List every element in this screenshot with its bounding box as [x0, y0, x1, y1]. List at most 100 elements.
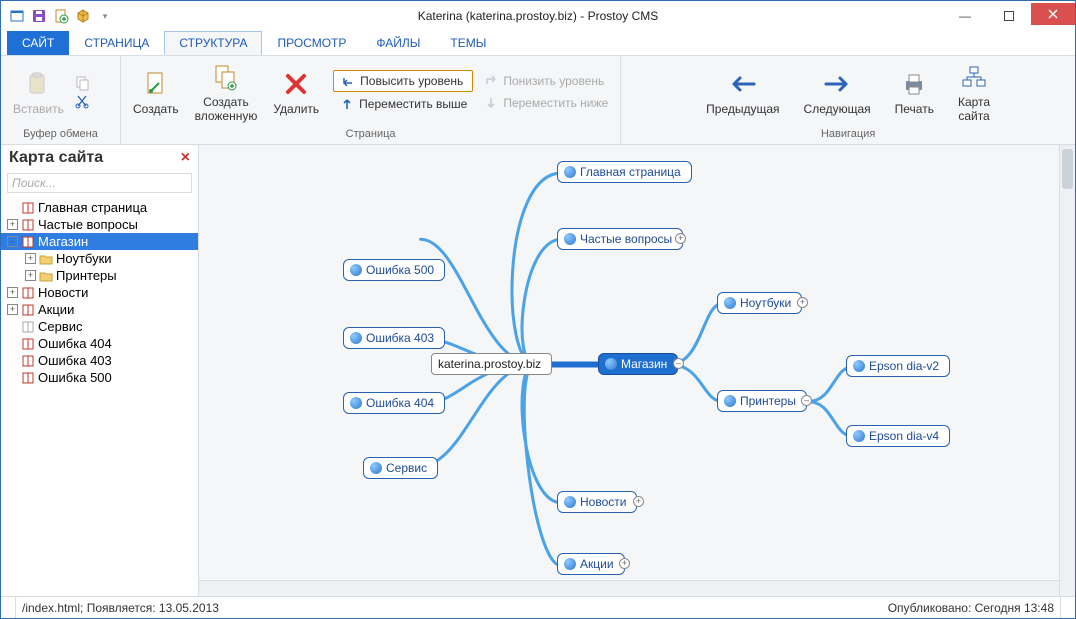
tree-expander[interactable]: + — [7, 287, 18, 298]
node-err404[interactable]: Ошибка 404 — [343, 392, 445, 414]
tree-item[interactable]: Главная страница — [1, 199, 198, 216]
qat-app-icon[interactable] — [9, 8, 25, 24]
move-up-button[interactable]: Переместить выше — [333, 94, 473, 114]
tree-item[interactable]: + Акции — [1, 301, 198, 318]
globe-icon — [564, 233, 576, 245]
node-epson2[interactable]: Epson dia-v2 — [846, 355, 950, 377]
tree-label: Главная страница — [38, 200, 147, 215]
tree-expander[interactable]: + — [7, 304, 18, 315]
tree-expander[interactable]: - — [7, 236, 18, 247]
node-err403[interactable]: Ошибка 403 — [343, 327, 445, 349]
node-faq[interactable]: Частые вопросы — [557, 228, 683, 250]
tree-item[interactable]: Ошибка 403 — [1, 352, 198, 369]
create-button[interactable]: Создать — [127, 66, 185, 118]
tree-label: Принтеры — [56, 268, 117, 283]
tree-label: Частые вопросы — [38, 217, 138, 232]
copy-icon[interactable] — [74, 75, 90, 91]
create-nested-button[interactable]: Создать вложенную — [189, 59, 264, 124]
tab-themes[interactable]: ТЕМЫ — [435, 31, 501, 55]
globe-icon — [350, 397, 362, 409]
book-red-icon — [21, 286, 35, 300]
globe-icon — [350, 264, 362, 276]
delete-button[interactable]: Удалить — [267, 66, 325, 118]
globe-icon — [370, 462, 382, 474]
node-root[interactable]: katerina.prostoy.biz — [431, 353, 552, 375]
tree-item[interactable]: Ошибка 500 — [1, 369, 198, 386]
tree-label: Акции — [38, 302, 74, 317]
tree-item[interactable]: Ошибка 404 — [1, 335, 198, 352]
prev-button[interactable]: Предыдущая — [700, 66, 785, 118]
globe-icon — [605, 358, 617, 370]
search-input[interactable]: Поиск... — [7, 173, 192, 193]
tree-expander — [7, 202, 18, 213]
raise-level-button[interactable]: Повысить уровень — [333, 70, 473, 92]
scrollbar-horizontal[interactable] — [199, 580, 1059, 596]
qat-newpage-icon[interactable] — [53, 8, 69, 24]
tree-expander — [7, 321, 18, 332]
sidebar-title: Карта сайта — [9, 149, 103, 167]
move-down-button: Переместить ниже — [477, 93, 614, 113]
tree-label: Ошибка 403 — [38, 353, 112, 368]
next-button[interactable]: Следующая — [798, 66, 877, 118]
tree-item[interactable]: + Новости — [1, 284, 198, 301]
group-label-buffer: Буфер обмена — [7, 126, 114, 142]
tree-label: Ноутбуки — [56, 251, 112, 266]
book-red-icon — [21, 337, 35, 351]
tree-item[interactable]: -Магазин — [1, 233, 198, 250]
maximize-button[interactable] — [987, 3, 1031, 29]
qat-cube-icon[interactable] — [75, 8, 91, 24]
scrollbar-vertical[interactable] — [1059, 145, 1075, 596]
tab-site[interactable]: САЙТ — [7, 31, 69, 55]
node-laptops[interactable]: Ноутбуки — [717, 292, 802, 314]
tree-label: Новости — [38, 285, 88, 300]
node-actions[interactable]: Акции — [557, 553, 625, 575]
node-epson4[interactable]: Epson dia-v4 — [846, 425, 950, 447]
book-red-icon — [21, 371, 35, 385]
tree-expander[interactable]: + — [25, 270, 36, 281]
tab-structure[interactable]: СТРУКТУРА — [164, 31, 262, 55]
tree-item[interactable]: + Ноутбуки — [1, 250, 198, 267]
book-red-icon — [21, 354, 35, 368]
tab-files[interactable]: ФАЙЛЫ — [361, 31, 435, 55]
sitemap-button[interactable]: Карта сайта — [952, 59, 996, 124]
minimize-button[interactable]: — — [943, 3, 987, 29]
tree-item[interactable]: Сервис — [1, 318, 198, 335]
globe-icon — [350, 332, 362, 344]
tree-expander — [7, 372, 18, 383]
qat-dropdown-icon[interactable]: ▾ — [97, 8, 113, 24]
close-button[interactable] — [1031, 3, 1075, 25]
tree-expander — [7, 338, 18, 349]
globe-icon — [853, 360, 865, 372]
tree-label: Сервис — [38, 319, 83, 334]
node-news[interactable]: Новости — [557, 491, 637, 513]
tab-view[interactable]: ПРОСМОТР — [262, 31, 361, 55]
tab-page[interactable]: СТРАНИЦА — [69, 31, 164, 55]
print-button[interactable]: Печать — [889, 66, 940, 118]
expand-laptops[interactable]: + — [797, 297, 808, 308]
tree-item[interactable]: + Частые вопросы — [1, 216, 198, 233]
paste-button: Вставить — [7, 66, 70, 118]
node-printers[interactable]: Принтеры — [717, 390, 807, 412]
node-shop[interactable]: Магазин — [598, 353, 678, 375]
tree-item[interactable]: + Принтеры — [1, 267, 198, 284]
folder-icon — [39, 269, 53, 283]
sidebar-close-icon[interactable]: × — [181, 149, 190, 167]
node-service[interactable]: Сервис — [363, 457, 438, 479]
qat-save-icon[interactable] — [31, 8, 47, 24]
cut-icon[interactable] — [74, 93, 90, 109]
node-main[interactable]: Главная страница — [557, 161, 692, 183]
tree-expander — [7, 355, 18, 366]
book-red-icon — [21, 303, 35, 317]
expand-actions[interactable]: + — [619, 558, 630, 569]
status-left: /index.html; Появляется: 13.05.2013 — [22, 601, 219, 615]
window-title: Katerina (katerina.prostoy.biz) - Prosto… — [418, 9, 659, 23]
node-err500[interactable]: Ошибка 500 — [343, 259, 445, 281]
expand-faq[interactable]: + — [675, 233, 686, 244]
expand-news[interactable]: + — [633, 496, 644, 507]
tree-expander[interactable]: + — [25, 253, 36, 264]
collapse-shop[interactable]: – — [673, 358, 684, 369]
tree-expander[interactable]: + — [7, 219, 18, 230]
book-red-icon — [21, 201, 35, 215]
book-red-icon — [21, 218, 35, 232]
collapse-printers[interactable]: – — [801, 395, 812, 406]
